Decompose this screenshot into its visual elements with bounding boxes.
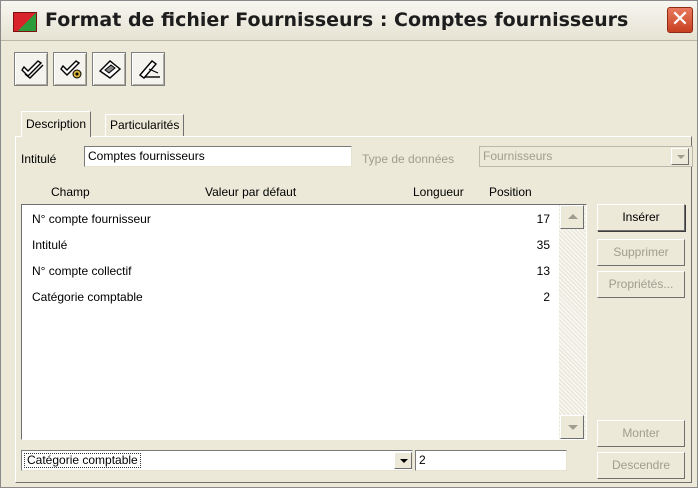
list-scrollbar[interactable]: [559, 205, 586, 439]
checkmark-icon: [21, 60, 44, 79]
monter-button[interactable]: Monter: [597, 420, 685, 447]
list-item[interactable]: Catégorie comptable 2: [22, 287, 558, 309]
pencil-edit-icon: [138, 60, 160, 79]
column-header-position: Position: [489, 185, 532, 199]
tab-particularites[interactable]: Particularités: [105, 114, 185, 136]
champ-cell: Catégorie comptable: [32, 290, 143, 304]
position-cell: 2: [543, 290, 550, 304]
field-select-value: Catégorie comptable: [24, 453, 141, 468]
eraser-icon: [98, 60, 122, 79]
erase-button[interactable]: [92, 52, 126, 86]
list-item[interactable]: N° compte collectif 13: [22, 261, 558, 283]
validate-options-button[interactable]: [53, 52, 87, 86]
column-header-longueur: Longueur: [413, 185, 464, 199]
intitule-label: Intitulé: [21, 152, 57, 166]
column-header-valeur: Valeur par défaut: [205, 185, 297, 199]
intitule-field[interactable]: Comptes fournisseurs: [84, 146, 352, 167]
field-select[interactable]: Catégorie comptable: [21, 450, 413, 471]
position-field[interactable]: 2: [415, 450, 567, 471]
proprietes-button[interactable]: Propriétés...: [597, 271, 685, 298]
title-bar[interactable]: Format de fichier Fournisseurs : Comptes…: [1, 1, 697, 41]
field-select-dropdown-arrow[interactable]: [394, 452, 412, 469]
dialog-window: Format de fichier Fournisseurs : Comptes…: [0, 0, 698, 488]
type-donnees-dropdown-arrow[interactable]: [671, 148, 689, 165]
validate-button[interactable]: [14, 52, 48, 86]
champ-cell: N° compte collectif: [32, 264, 132, 278]
type-donnees-select[interactable]: Fournisseurs: [479, 146, 693, 167]
close-icon: ✕: [670, 7, 690, 32]
champ-cell: N° compte fournisseur: [32, 212, 151, 226]
scroll-up-arrow-icon[interactable]: [560, 205, 584, 229]
scroll-down-arrow-icon[interactable]: [560, 415, 584, 439]
list-item[interactable]: N° compte fournisseur 17: [22, 209, 558, 231]
window-title: Format de fichier Fournisseurs : Comptes…: [45, 9, 629, 31]
edit-button[interactable]: [131, 52, 165, 86]
position-cell: 13: [536, 264, 550, 278]
inserer-button[interactable]: Insérer: [597, 204, 685, 231]
champ-cell: Intitulé: [32, 238, 68, 252]
check-gear-icon: [60, 60, 82, 79]
type-donnees-value: Fournisseurs: [483, 149, 553, 163]
app-icon: [13, 12, 37, 32]
position-cell: 17: [536, 212, 550, 226]
position-cell: 35: [536, 238, 550, 252]
column-header-champ: Champ: [51, 185, 90, 199]
list-item[interactable]: Intitulé 35: [22, 235, 558, 257]
supprimer-button[interactable]: Supprimer: [597, 239, 685, 266]
tab-description[interactable]: Description: [21, 111, 92, 137]
fields-list[interactable]: N° compte fournisseur 17 Intitulé 35 N° …: [21, 204, 587, 440]
close-button[interactable]: ✕: [667, 7, 693, 33]
type-donnees-label: Type de données: [362, 152, 455, 166]
descendre-button[interactable]: Descendre: [597, 452, 685, 479]
